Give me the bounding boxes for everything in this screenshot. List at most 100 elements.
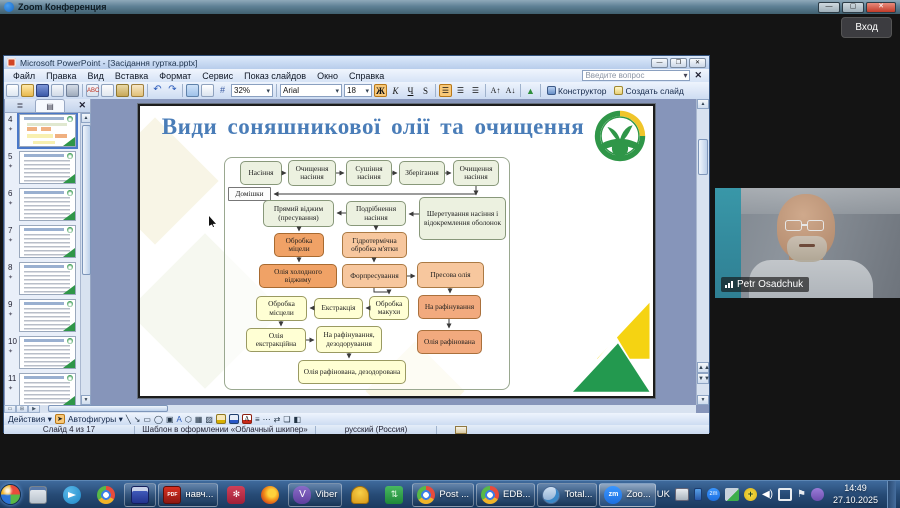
slide-sorter-icon[interactable]: ⊞ [16,405,28,413]
thumbnail-preview[interactable] [19,262,76,295]
previous-slide-icon[interactable]: ▲▲ [697,362,709,373]
scroll-down-icon[interactable]: ▼ [81,395,91,405]
shadow-style-icon[interactable]: ❏ [283,415,290,424]
3d-style-icon[interactable]: ◧ [294,415,302,424]
ask-close-icon[interactable]: ✕ [691,70,705,81]
arrow-style-icon[interactable]: ⇄ [274,415,281,424]
slide-thumbnail-5[interactable]: 5✦ [5,150,80,187]
autoshapes-menu[interactable]: Автофигуры ▾ [68,414,123,425]
slide-vertical-scrollbar[interactable]: ▲ ▲▲ ▼▼ ▼ [696,99,709,405]
taskbar-item-zoom[interactable]: zmZoo... [599,483,655,507]
zoom-tray-icon[interactable]: zm [707,488,720,501]
thumbnail-preview[interactable] [19,114,76,147]
update-icon[interactable]: + [744,488,757,501]
select-arrow-icon[interactable]: ➤ [55,414,65,424]
flowchart-box[interactable]: Гідротермічна обробка м'ятки [342,232,407,258]
flowchart-box[interactable]: На рафінування [418,295,481,319]
taskbar-item-hardhat[interactable] [344,483,376,507]
keyboard-icon[interactable] [675,488,689,501]
textbox-tool-icon[interactable]: ▣ [166,415,174,424]
designer-button[interactable]: Конструктор [544,84,609,97]
align-left-button[interactable]: ☰ [439,84,452,97]
font-size-select[interactable]: 18 ▾ [344,84,372,97]
thumbnail-preview[interactable] [19,373,76,405]
flowchart-box[interactable]: Олія рафінована, дезодорована [298,360,406,384]
ppt-restore-icon[interactable]: ❐ [670,58,687,68]
align-center-button[interactable]: ☰ [454,84,467,97]
ppt-minimize-icon[interactable]: — [651,58,668,68]
table-icon[interactable] [201,84,214,97]
menu-файл[interactable]: Файл [8,71,40,81]
font-color-icon[interactable]: ▲ [524,84,537,97]
scrollbar-thumb[interactable] [48,405,168,412]
menu-сервис[interactable]: Сервис [197,71,238,81]
shadow-button[interactable]: S [419,84,432,97]
scrollbar-thumb[interactable] [698,139,708,175]
taskbar-item-pdf[interactable]: PDFнавч... [158,483,218,507]
slide-thumbnail-8[interactable]: 8✦ [5,261,80,298]
paste-icon[interactable] [116,84,129,97]
thumbnail-preview[interactable] [19,188,76,221]
taskbar-item-firefox[interactable] [254,483,286,507]
flowchart-box[interactable]: Домішки [228,187,271,201]
slide-thumbnail-6[interactable]: 6✦ [5,187,80,224]
normal-view-icon[interactable]: ▭ [4,405,16,413]
grid-icon[interactable]: # [216,84,229,97]
network-status-icon[interactable] [725,488,739,501]
volume-icon[interactable]: ◀) [762,488,773,501]
next-slide-icon[interactable]: ▼▼ [697,373,709,384]
align-right-button[interactable]: ☰ [469,84,482,97]
flowchart-box[interactable]: Шеретування насіння і відокремлення обол… [419,197,506,240]
zoom-level-select[interactable]: 32% ▾ [231,84,273,97]
menu-показ-слайдов[interactable]: Показ слайдов [239,71,311,81]
menu-вставка[interactable]: Вставка [110,71,153,81]
slide-thumbnail-11[interactable]: 11✦ [5,372,80,405]
taskbar-item-chrome[interactable] [90,483,122,507]
flowchart-box[interactable]: Обробка місцели [256,296,307,321]
display-icon[interactable] [778,488,792,501]
flowchart-box[interactable]: Очищення насіння [453,160,499,186]
zoom-login-button[interactable]: Вход [841,17,892,38]
dash-style-icon[interactable]: ⋯ [263,415,271,424]
flowchart-box[interactable]: Пресова олія [417,262,484,288]
thumbnail-preview[interactable] [19,151,76,184]
scroll-down-icon[interactable]: ▼ [697,395,709,405]
panel-scrollbar[interactable]: ▲ ▼ [80,113,90,405]
ppt-close-icon[interactable]: ✕ [689,58,706,68]
show-desktop-button[interactable] [887,481,896,508]
chevron-down-icon[interactable]: ▾ [683,71,687,80]
close-icon[interactable]: ✕ [866,2,896,13]
participant-video[interactable]: Petr Osadchuk [715,188,900,298]
thumbnail-preview[interactable] [19,299,76,332]
flowchart-box[interactable]: Обробка макухи [369,296,409,320]
minimize-icon[interactable]: — [818,2,840,13]
spelling-icon[interactable]: ABC [86,84,99,97]
arrow-tool-icon[interactable]: ↘ [134,415,141,424]
clock[interactable]: 14:49 27.10.2025 [829,483,882,506]
save-icon[interactable] [36,84,49,97]
flowchart-box[interactable]: Олія екстракційна [246,328,306,352]
menu-справка[interactable]: Справка [344,71,389,81]
slide-title[interactable]: Види соняшникової олії та очищення [148,114,598,140]
flowchart-box[interactable]: Форпресування [342,264,407,288]
new-slide-button[interactable]: Создать слайд [611,84,686,97]
thumbnail-preview[interactable] [19,225,76,258]
language-switcher[interactable]: UK [657,489,670,500]
taskbar-item-telegram[interactable] [56,483,88,507]
open-file-icon[interactable] [21,84,34,97]
rectangle-tool-icon[interactable]: ▭ [143,415,151,424]
wordart-icon[interactable]: A [177,415,182,424]
ask-question-input[interactable]: Введите вопрос ▾ [582,70,690,81]
redo-icon[interactable]: ↷ [166,84,179,97]
line-style-icon[interactable]: ≡ [255,415,260,424]
slide-thumbnail-7[interactable]: 7✦ [5,224,80,261]
flowchart-box[interactable]: Подрібнення насіння [346,201,406,226]
format-painter-icon[interactable] [131,84,144,97]
actions-menu[interactable]: Действия ▾ [8,414,52,425]
fill-color-icon[interactable] [216,414,226,424]
new-file-icon[interactable] [6,84,19,97]
thumbnail-preview[interactable] [19,336,76,369]
taskbar-item-backup[interactable]: ⇅ [378,483,410,507]
scrollbar-thumb[interactable] [82,125,91,275]
flowchart-box[interactable]: Очищення насіння [288,160,336,186]
